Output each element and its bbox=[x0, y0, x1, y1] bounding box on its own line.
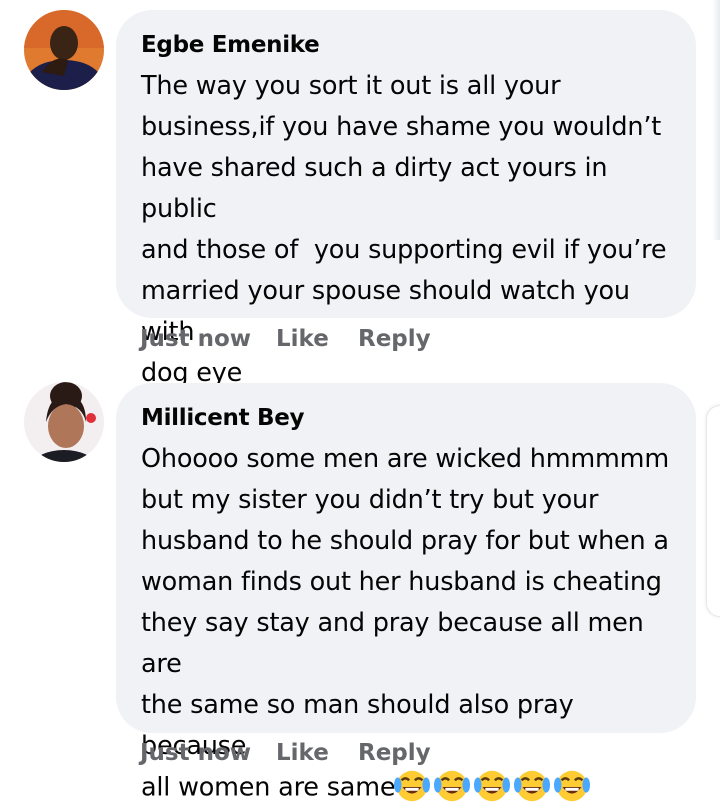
scroll-edge bbox=[712, 0, 720, 240]
avatar[interactable] bbox=[24, 382, 104, 462]
reply-button[interactable]: Reply bbox=[358, 326, 431, 352]
face-with-tears-of-joy-icon bbox=[474, 770, 511, 802]
emoji-row bbox=[393, 767, 593, 810]
comment-author[interactable]: Millicent Bey bbox=[141, 403, 670, 433]
face-with-tears-of-joy-icon bbox=[394, 770, 431, 802]
comment-bubble: Egbe Emenike The way you sort it out is … bbox=[116, 10, 696, 388]
like-button[interactable]: Like bbox=[276, 326, 329, 352]
face-with-tears-of-joy-icon bbox=[514, 770, 551, 802]
reply-button[interactable]: Reply bbox=[358, 740, 431, 766]
face-with-tears-of-joy-icon bbox=[434, 770, 471, 802]
comment-bubble: Millicent Bey Ohoooo some men are wicked… bbox=[116, 383, 696, 803]
comment-timestamp[interactable]: Just now bbox=[140, 740, 251, 766]
comment-author[interactable]: Egbe Emenike bbox=[141, 30, 670, 60]
face-with-tears-of-joy-icon bbox=[554, 770, 591, 802]
like-button[interactable]: Like bbox=[276, 740, 329, 766]
comment-timestamp[interactable]: Just now bbox=[140, 326, 251, 352]
avatar[interactable] bbox=[24, 10, 104, 90]
side-card-edge bbox=[706, 405, 720, 617]
